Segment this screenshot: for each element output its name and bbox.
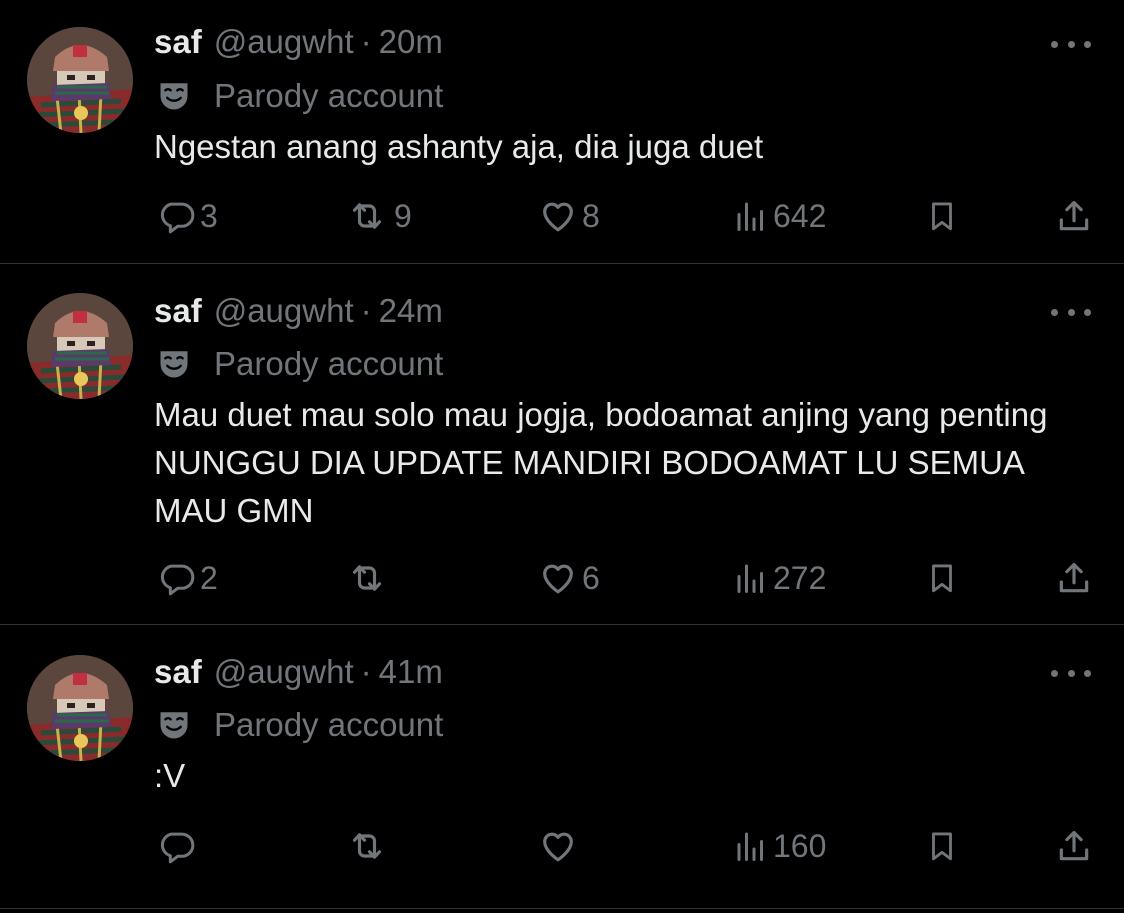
share-icon	[1055, 827, 1093, 865]
parody-mask-icon	[156, 346, 192, 382]
display-name[interactable]: saf	[154, 292, 202, 329]
parody-label-text: Parody account	[214, 706, 444, 743]
more-options-button[interactable]	[1051, 663, 1091, 683]
tweet-text: :V	[154, 757, 186, 794]
timestamp[interactable]: 41m	[379, 653, 443, 690]
parody-label: Parody account	[156, 76, 443, 116]
tweet-text: Ngestan anang ashanty aja, dia juga duet	[154, 128, 764, 165]
reply-count: 3	[200, 197, 218, 234]
tweet-header: saf @augwht · 20m	[154, 22, 443, 62]
like-button[interactable]: 8	[538, 196, 600, 236]
reply-button[interactable]: 2	[158, 558, 218, 598]
reply-icon	[158, 559, 196, 597]
views-button[interactable]: 160	[733, 826, 826, 866]
bookmark-button[interactable]	[925, 826, 959, 866]
tweet-actions: 3 9 8 642	[0, 196, 1124, 236]
parody-label: Parody account	[156, 705, 443, 745]
more-options-button[interactable]	[1051, 302, 1091, 322]
username[interactable]: @augwht	[214, 292, 354, 329]
views-icon	[733, 828, 769, 864]
more-icon	[1067, 308, 1075, 316]
retweet-icon	[344, 558, 390, 598]
username[interactable]: @augwht	[214, 653, 354, 690]
reply-count: 2	[200, 559, 218, 596]
share-icon	[1055, 559, 1093, 597]
tweet[interactable]: saf @augwht · 24m Parody account Mau duet m…	[0, 264, 1124, 625]
more-icon	[1084, 40, 1091, 48]
tweet-actions: 160	[0, 826, 1124, 866]
bookmark-icon	[925, 197, 959, 235]
timestamp[interactable]: 24m	[379, 292, 443, 329]
reply-button[interactable]	[158, 826, 200, 866]
more-icon	[1051, 669, 1058, 677]
like-button[interactable]	[538, 826, 582, 866]
more-icon	[1084, 308, 1091, 316]
tweet[interactable]: saf @augwht · 20m Parody account Ngestan an…	[0, 0, 1124, 264]
views-icon	[733, 560, 769, 596]
share-icon	[1055, 197, 1093, 235]
like-count: 8	[582, 197, 600, 234]
display-name[interactable]: saf	[154, 653, 202, 690]
avatar-image	[27, 655, 133, 761]
bookmark-icon	[925, 559, 959, 597]
tweet-header: saf @augwht · 24m	[154, 291, 443, 331]
views-button[interactable]: 272	[733, 558, 826, 598]
more-options-button[interactable]	[1051, 34, 1091, 54]
parody-mask-icon	[156, 707, 192, 743]
share-button[interactable]	[1055, 196, 1093, 236]
share-button[interactable]	[1055, 826, 1093, 866]
like-icon	[538, 826, 578, 866]
like-button[interactable]: 6	[538, 558, 600, 598]
reply-button[interactable]: 3	[158, 196, 218, 236]
bookmark-button[interactable]	[925, 196, 959, 236]
like-icon	[538, 196, 578, 236]
separator: ·	[360, 292, 372, 329]
bookmark-icon	[925, 827, 959, 865]
retweet-button[interactable]	[344, 558, 394, 598]
views-count: 642	[773, 197, 827, 234]
like-count: 6	[582, 559, 600, 596]
parody-mask-icon	[156, 78, 192, 114]
username[interactable]: @augwht	[214, 23, 354, 60]
views-button[interactable]: 642	[733, 196, 826, 236]
timestamp[interactable]: 20m	[379, 23, 443, 60]
avatar[interactable]	[27, 293, 133, 399]
views-count: 160	[773, 827, 827, 864]
tweet-header: saf @augwht · 41m	[154, 652, 443, 692]
more-icon	[1051, 308, 1058, 316]
avatar[interactable]	[27, 27, 133, 133]
avatar-image	[27, 293, 133, 399]
more-icon	[1067, 669, 1075, 677]
views-count: 272	[773, 559, 827, 596]
avatar-image	[27, 27, 133, 133]
share-button[interactable]	[1055, 558, 1093, 598]
tweet-actions: 2 6 272	[0, 558, 1124, 598]
retweet-icon	[344, 196, 390, 236]
reply-icon	[158, 827, 196, 865]
more-icon	[1067, 40, 1075, 48]
tweet[interactable]: saf @augwht · 41m Parody account :V 160	[0, 625, 1124, 909]
tweet-text: Mau duet mau solo mau jogja, bodoamat an…	[154, 396, 1048, 529]
display-name[interactable]: saf	[154, 23, 202, 60]
retweet-icon	[344, 826, 390, 866]
separator: ·	[360, 23, 372, 60]
views-icon	[733, 198, 769, 234]
parody-label-text: Parody account	[214, 345, 444, 382]
bookmark-button[interactable]	[925, 558, 959, 598]
separator: ·	[360, 653, 372, 690]
retweet-button[interactable]: 9	[344, 196, 412, 236]
more-icon	[1084, 669, 1091, 677]
like-icon	[538, 558, 578, 598]
parody-label: Parody account	[156, 344, 443, 384]
more-icon	[1051, 40, 1058, 48]
retweet-count: 9	[394, 197, 412, 234]
parody-label-text: Parody account	[214, 77, 444, 114]
avatar[interactable]	[27, 655, 133, 761]
reply-icon	[158, 197, 196, 235]
retweet-button[interactable]	[344, 826, 394, 866]
